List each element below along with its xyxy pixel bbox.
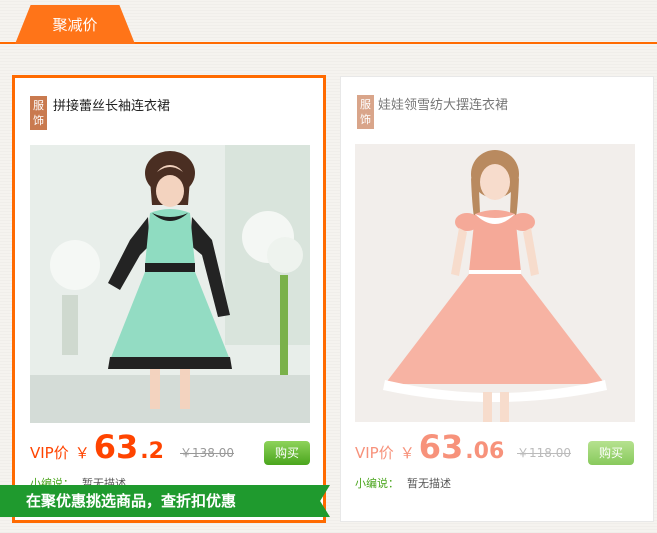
price-decimal: .06 <box>465 439 505 464</box>
category-tag: 服饰 <box>30 96 47 130</box>
product-card-1[interactable]: 服饰 拼接蕾丝长袖连衣裙 VIP价 ￥ 63.2 ￥138.00 购买 小编说：… <box>12 75 326 523</box>
product-image[interactable] <box>30 145 310 423</box>
price-decimal: .2 <box>140 439 164 464</box>
vip-price: VIP价 ￥ 63.06 <box>355 428 504 466</box>
vip-price-label: VIP价 <box>355 444 394 462</box>
original-price: ￥118.00 <box>517 446 571 460</box>
original-price: ￥138.00 <box>180 446 234 460</box>
vip-price: VIP价 ￥ 63.2 <box>30 428 164 466</box>
editor-note-text: 暂无描述 <box>407 477 451 490</box>
editor-note-label: 小编说： <box>355 477 399 490</box>
currency-symbol: ￥ <box>399 444 415 462</box>
currency-symbol: ￥ <box>74 444 90 462</box>
product-card-2[interactable]: 服饰 娃娃领雪纺大摆连衣裙 VIP价 ￥ 63.06 ￥118.00 购买 小编说：… <box>340 76 654 522</box>
promo-banner[interactable]: 在聚优惠挑选商品，查折扣优惠 <box>0 485 330 517</box>
buy-button[interactable]: 购买 <box>588 441 634 465</box>
price-integer: 63 <box>93 428 139 466</box>
buy-button[interactable]: 购买 <box>264 441 310 465</box>
product-title[interactable]: 拼接蕾丝长袖连衣裙 <box>53 95 170 114</box>
price-integer: 63 <box>418 428 464 466</box>
vip-price-label: VIP价 <box>30 444 69 462</box>
editor-note: 小编说： 暂无描述 <box>355 475 451 491</box>
product-title[interactable]: 娃娃领雪纺大摆连衣裙 <box>378 94 508 113</box>
section-tab[interactable]: 聚减价 <box>15 5 135 44</box>
category-tag: 服饰 <box>357 95 374 129</box>
product-image[interactable] <box>355 144 635 422</box>
